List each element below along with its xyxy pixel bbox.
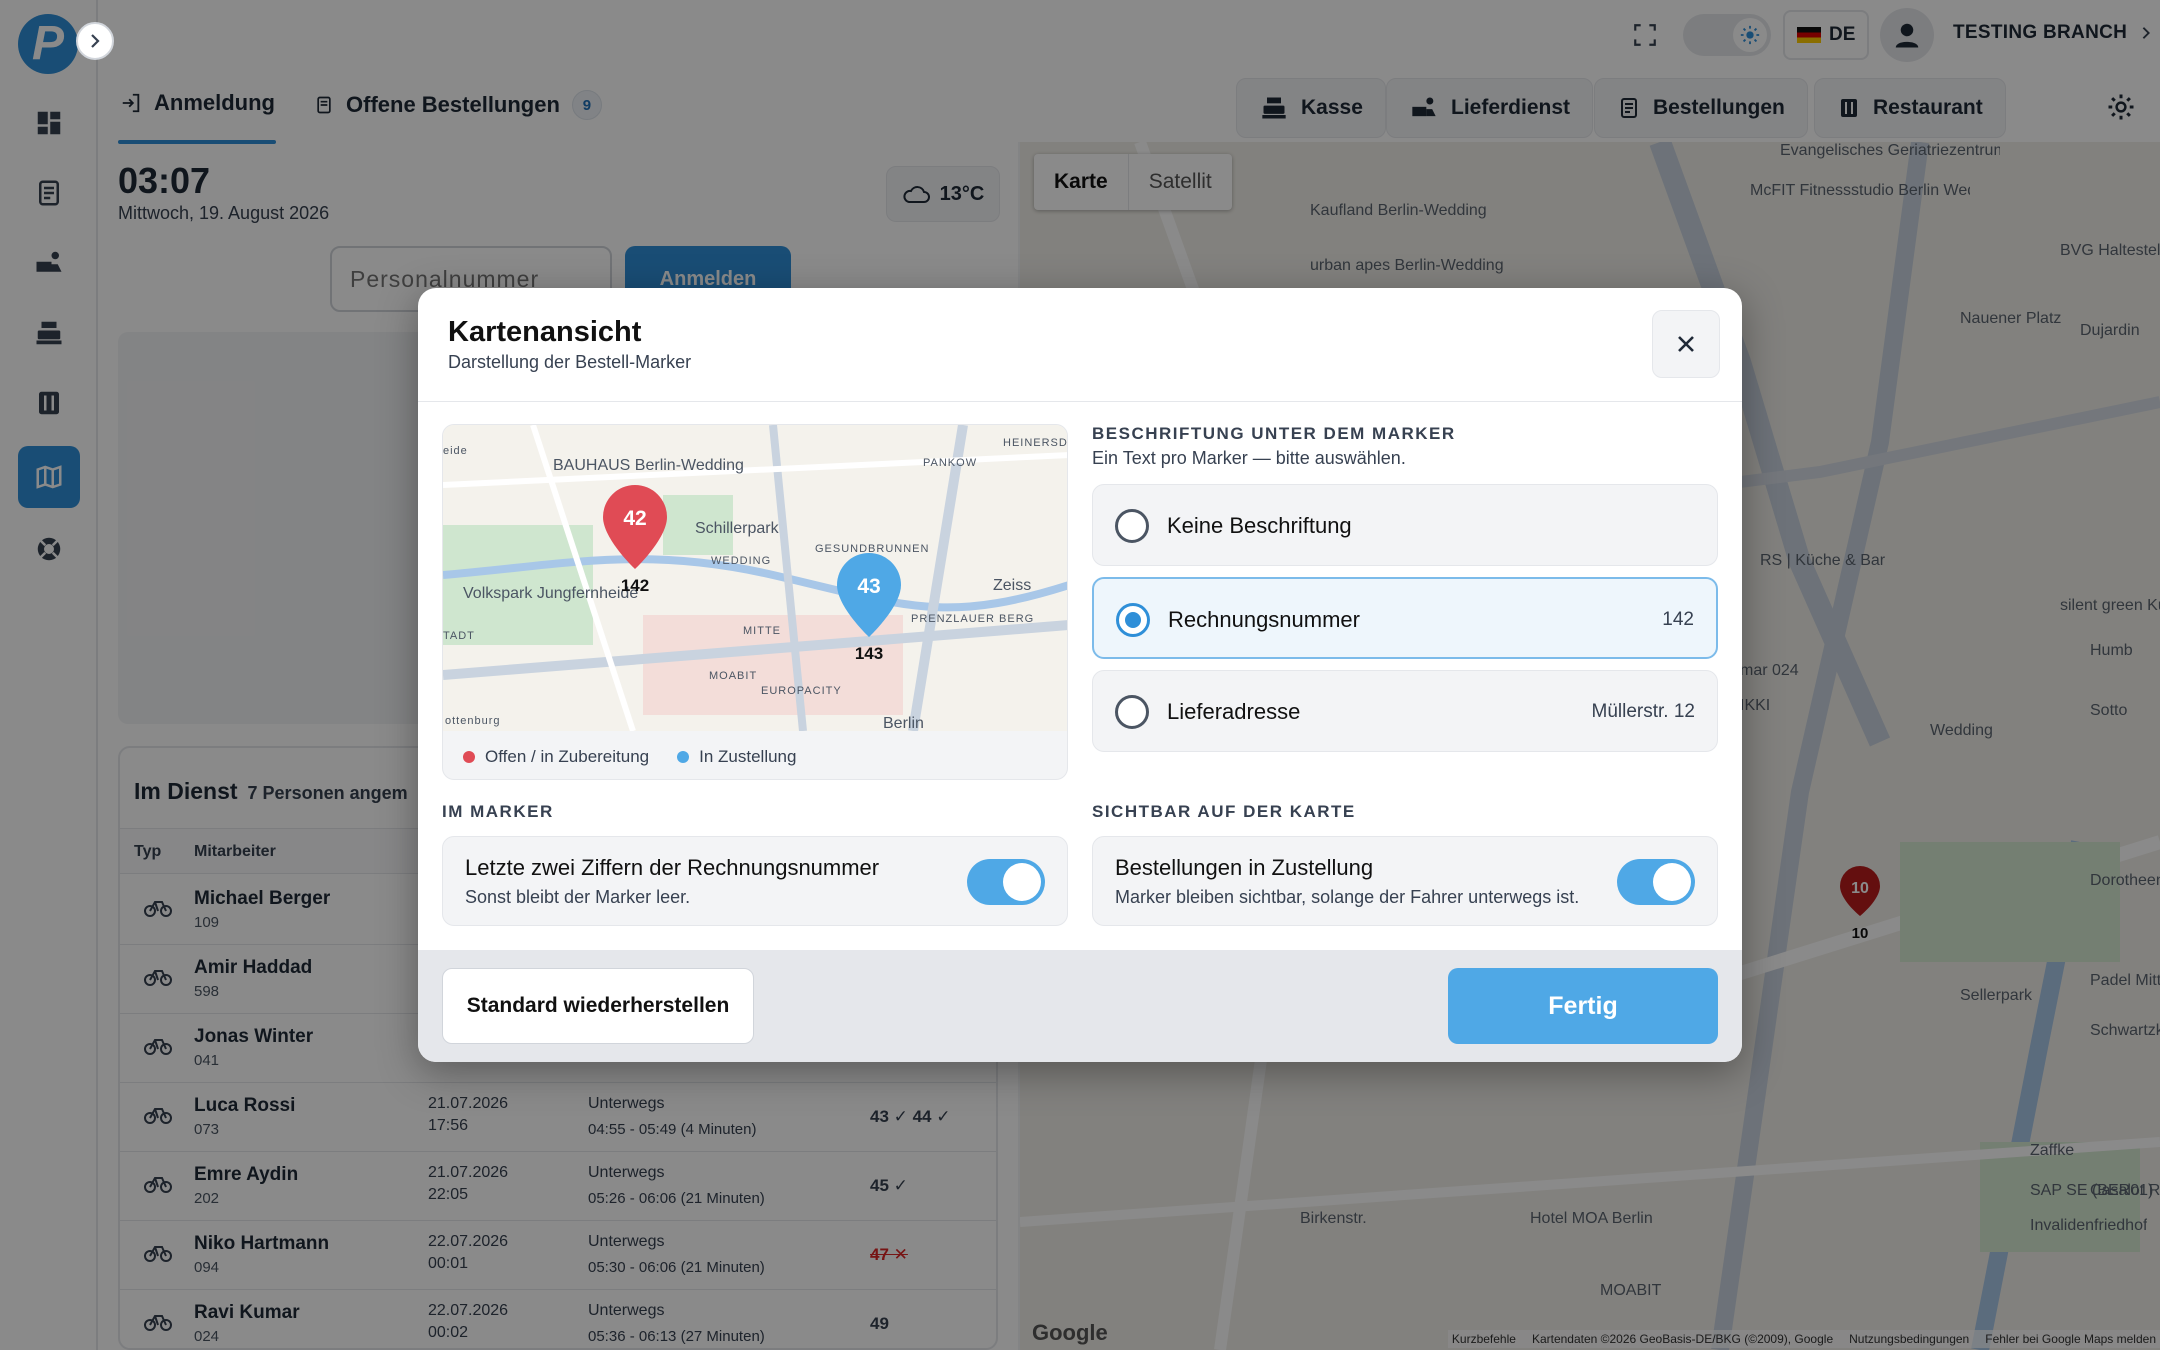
in-marker-toggle[interactable] — [967, 859, 1045, 905]
preview-place-label: PANKOW — [923, 457, 978, 469]
caption-option-none[interactable]: Keine Beschriftung — [1092, 484, 1718, 566]
option-label: Lieferadresse — [1167, 699, 1301, 724]
done-button[interactable]: Fertig — [1448, 968, 1718, 1044]
caption-section-label: BESCHRIFTUNG UNTER DEM MARKER — [1092, 424, 1456, 443]
preview-marker-open: 42 142 — [603, 485, 667, 595]
visible-section-label: SICHTBAR AUF DER KARTE — [1092, 802, 1356, 821]
option-value: 142 — [1662, 609, 1694, 630]
caption-option-invoice-number[interactable]: Rechnungsnummer 142 — [1092, 577, 1718, 659]
dialog-footer: Standard wiederherstellen Fertig — [418, 950, 1742, 1062]
caption-section-hint: Ein Text pro Marker — bitte auswählen. — [1092, 448, 1406, 468]
legend-open-label: Offen / in Zubereitung — [485, 747, 650, 766]
preview-place-label: Berlin — [883, 715, 924, 732]
marker-preview: BAUHAUS Berlin-Wedding Schillerpark WEDDIN… — [442, 424, 1068, 780]
preview-place-label: HEINERSDORF — [1003, 437, 1068, 449]
preview-marker-delivery-value: 43 — [857, 575, 880, 598]
legend-delivery-label: In Zustellung — [699, 747, 797, 766]
visible-title: Bestellungen in Zustellung — [1115, 855, 1374, 880]
preview-marker-open-value: 42 — [623, 507, 646, 530]
sidebar-expand-button[interactable] — [76, 22, 114, 60]
preview-place-label: Schillerpark — [695, 520, 779, 537]
in-marker-subtitle: Sonst bleibt der Marker leer. — [465, 887, 691, 907]
radio-invoice-number[interactable] — [1116, 603, 1150, 637]
preview-place-label: Zeiss — [993, 577, 1032, 594]
option-label: Keine Beschriftung — [1167, 513, 1352, 538]
option-value: Müllerstr. 12 — [1591, 701, 1695, 722]
close-icon — [1678, 336, 1694, 352]
caption-option-delivery-address[interactable]: Lieferadresse Müllerstr. 12 — [1092, 670, 1718, 752]
radio-delivery-address[interactable] — [1115, 695, 1149, 729]
preview-marker-open-caption: 142 — [621, 576, 649, 595]
dialog-subtitle: Darstellung der Bestell-Marker — [448, 352, 692, 372]
radio-none[interactable] — [1115, 509, 1149, 543]
close-button[interactable] — [1652, 310, 1720, 378]
preview-place-label: WEDDING — [711, 555, 772, 567]
visible-subtitle: Marker bleiben sichtbar, solange der Fah… — [1115, 887, 1580, 907]
map-view-dialog: Kartenansicht Darstellung der Bestell-Ma… — [418, 288, 1742, 1062]
preview-legend: Offen / in Zubereitung In Zustellung — [463, 747, 796, 767]
reset-defaults-button[interactable]: Standard wiederherstellen — [442, 968, 754, 1044]
legend-delivery: In Zustellung — [677, 747, 796, 767]
option-label: Rechnungsnummer — [1168, 607, 1360, 632]
preview-marker-delivery: 43 143 — [837, 553, 901, 663]
red-dot-icon — [463, 751, 475, 763]
preview-marker-delivery-caption: 143 — [855, 644, 883, 663]
preview-place-label: ottenburg — [445, 715, 501, 727]
dialog-divider — [418, 401, 1742, 402]
preview-place-label: MITTE — [743, 625, 781, 637]
in-marker-setting: Letzte zwei Ziffern der Rechnungsnummer … — [442, 836, 1068, 926]
preview-place-label: EUROPACITY — [761, 685, 842, 697]
preview-place-label: TADT — [443, 630, 475, 642]
preview-place-label: PRENZLAUER BERG — [911, 613, 1035, 625]
visible-setting: Bestellungen in Zustellung Marker bleibe… — [1092, 836, 1718, 926]
dialog-title: Kartenansicht — [448, 316, 642, 348]
legend-open: Offen / in Zubereitung — [463, 747, 649, 767]
preview-place-label: MOABIT — [709, 670, 758, 682]
in-marker-section-label: IM MARKER — [442, 802, 554, 821]
in-marker-title: Letzte zwei Ziffern der Rechnungsnummer — [465, 855, 880, 880]
visible-toggle[interactable] — [1617, 859, 1695, 905]
preview-map-canvas — [443, 425, 1067, 731]
blue-dot-icon — [677, 751, 690, 763]
preview-place-label: eide — [443, 445, 468, 457]
chevron-right-icon — [91, 34, 100, 48]
preview-place-label: BAUHAUS Berlin-Wedding — [553, 457, 744, 474]
